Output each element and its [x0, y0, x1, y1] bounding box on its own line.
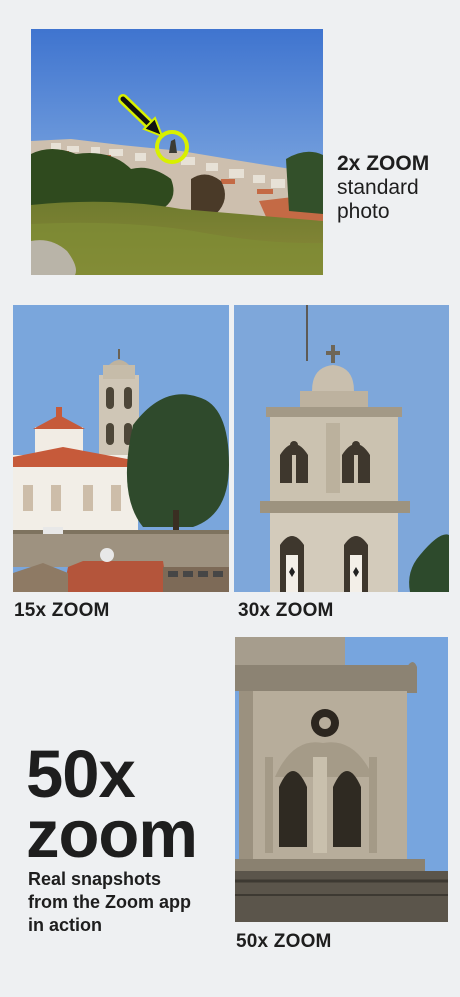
photo-30x-zoom: [234, 305, 449, 592]
photo-2x-caption-title: 2x ZOOM: [337, 152, 430, 175]
photo-2x-caption-line2: standard: [337, 176, 419, 199]
photo-30x-caption: 30x ZOOM: [238, 600, 334, 621]
tagline-line3: in action: [28, 915, 103, 935]
headline-line2: zoom: [26, 797, 198, 872]
photo-2x-caption-line3: photo: [337, 200, 390, 223]
headline: 50x zoom: [26, 737, 198, 872]
photo-50x-zoom: [235, 637, 448, 922]
photo-2x-zoom: [31, 29, 323, 275]
photo-50x-caption: 50x ZOOM: [236, 931, 332, 952]
tagline: Real snapshots from the Zoom app in acti…: [28, 868, 228, 937]
photo-15x-caption: 15x ZOOM: [14, 600, 110, 621]
tagline-line2: from the Zoom app: [28, 892, 191, 912]
photo-15x-zoom: [13, 305, 229, 592]
tagline-line1: Real snapshots: [28, 869, 162, 889]
headline-line1: 50x: [26, 737, 136, 812]
photo-2x-caption: 2x ZOOM standard photo: [337, 152, 429, 224]
